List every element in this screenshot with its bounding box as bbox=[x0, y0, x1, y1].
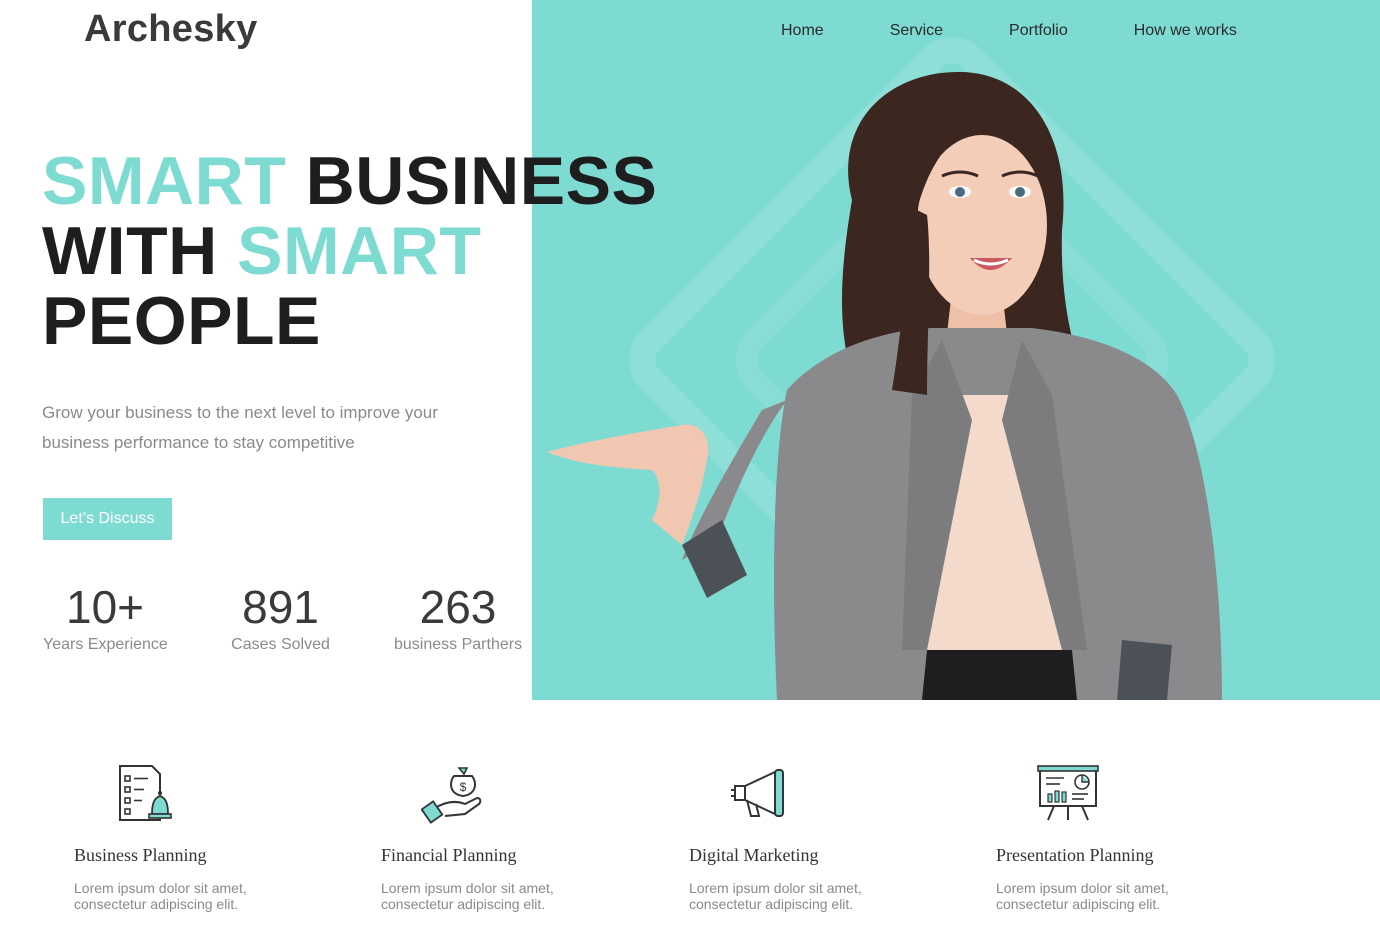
main-nav: Home Service Portfolio How we works bbox=[781, 22, 1237, 40]
service-description: Lorem ipsum dolor sit amet, consectetur … bbox=[996, 880, 1236, 912]
nav-item-service[interactable]: Service bbox=[890, 22, 943, 40]
lets-discuss-button[interactable]: Let’s Discuss bbox=[43, 498, 172, 540]
service-description: Lorem ipsum dolor sit amet, consectetur … bbox=[74, 880, 314, 912]
service-card-presentation-planning: Presentation Planning Lorem ipsum dolor … bbox=[996, 762, 1236, 912]
service-description-line: Lorem ipsum dolor sit amet, bbox=[381, 880, 554, 896]
service-description-line: Lorem ipsum dolor sit amet, bbox=[996, 880, 1169, 896]
service-description: Lorem ipsum dolor sit amet, consectetur … bbox=[689, 880, 929, 912]
service-title: Business Planning bbox=[74, 845, 207, 865]
stat-label: Years Experience bbox=[43, 636, 168, 653]
service-description: Lorem ipsum dolor sit amet, consectetur … bbox=[381, 880, 621, 912]
headline-word: BUSINESS bbox=[305, 143, 658, 219]
presentation-board-icon bbox=[1037, 765, 1099, 821]
service-description-line: consectetur adipiscing elit. bbox=[996, 896, 1161, 912]
stat-value: 263 bbox=[419, 581, 497, 633]
stat-value: 10+ bbox=[65, 581, 145, 633]
stat-label: Cases Solved bbox=[231, 636, 330, 653]
stat-business-partners: 263 business Parthers bbox=[394, 582, 522, 654]
headline-word: WITH bbox=[42, 213, 218, 289]
service-description-line: consectetur adipiscing elit. bbox=[689, 896, 854, 912]
nav-item-portfolio[interactable]: Portfolio bbox=[1009, 22, 1068, 40]
svg-text:$: $ bbox=[460, 780, 467, 794]
site-logo[interactable]: Archesky bbox=[84, 8, 258, 51]
service-description-line: consectetur adipiscing elit. bbox=[74, 896, 239, 912]
stat-years-experience: 10+ Years Experience bbox=[43, 581, 168, 654]
hero-portrait-image bbox=[547, 71, 1222, 700]
checklist-bell-icon bbox=[119, 765, 172, 821]
service-description-line: Lorem ipsum dolor sit amet, bbox=[74, 880, 247, 896]
service-card-digital-marketing: Digital Marketing Lorem ipsum dolor sit … bbox=[689, 762, 929, 912]
service-description-line: Lorem ipsum dolor sit amet, bbox=[689, 880, 862, 896]
nav-item-home[interactable]: Home bbox=[781, 22, 824, 40]
stat-value: 891 bbox=[242, 581, 319, 633]
headline-accent-word: SMART bbox=[237, 213, 482, 289]
headline-accent-word: SMART bbox=[42, 143, 287, 219]
stat-label: business Parthers bbox=[394, 636, 523, 653]
money-bag-hand-icon: $ bbox=[420, 767, 482, 824]
service-card-financial-planning: $ Financial Planning Lorem ipsum dolor s… bbox=[381, 762, 621, 912]
nav-item-how-we-works[interactable]: How we works bbox=[1134, 22, 1237, 40]
hero-background bbox=[532, 0, 1380, 700]
headline-word: PEOPLE bbox=[42, 283, 321, 359]
service-title: Financial Planning bbox=[381, 845, 517, 865]
megaphone-icon bbox=[731, 769, 784, 817]
hero-headline: SMART BUSINESS WITH SMART PEOPLE bbox=[42, 146, 657, 356]
service-card-business-planning: Business Planning Lorem ipsum dolor sit … bbox=[74, 762, 314, 912]
service-title: Presentation Planning bbox=[996, 845, 1154, 865]
service-title: Digital Marketing bbox=[689, 845, 819, 865]
hero-subtitle: Grow your business to the next level to … bbox=[42, 403, 438, 452]
service-description-line: consectetur adipiscing elit. bbox=[381, 896, 546, 912]
stat-cases-solved: 891 Cases Solved bbox=[231, 582, 330, 654]
